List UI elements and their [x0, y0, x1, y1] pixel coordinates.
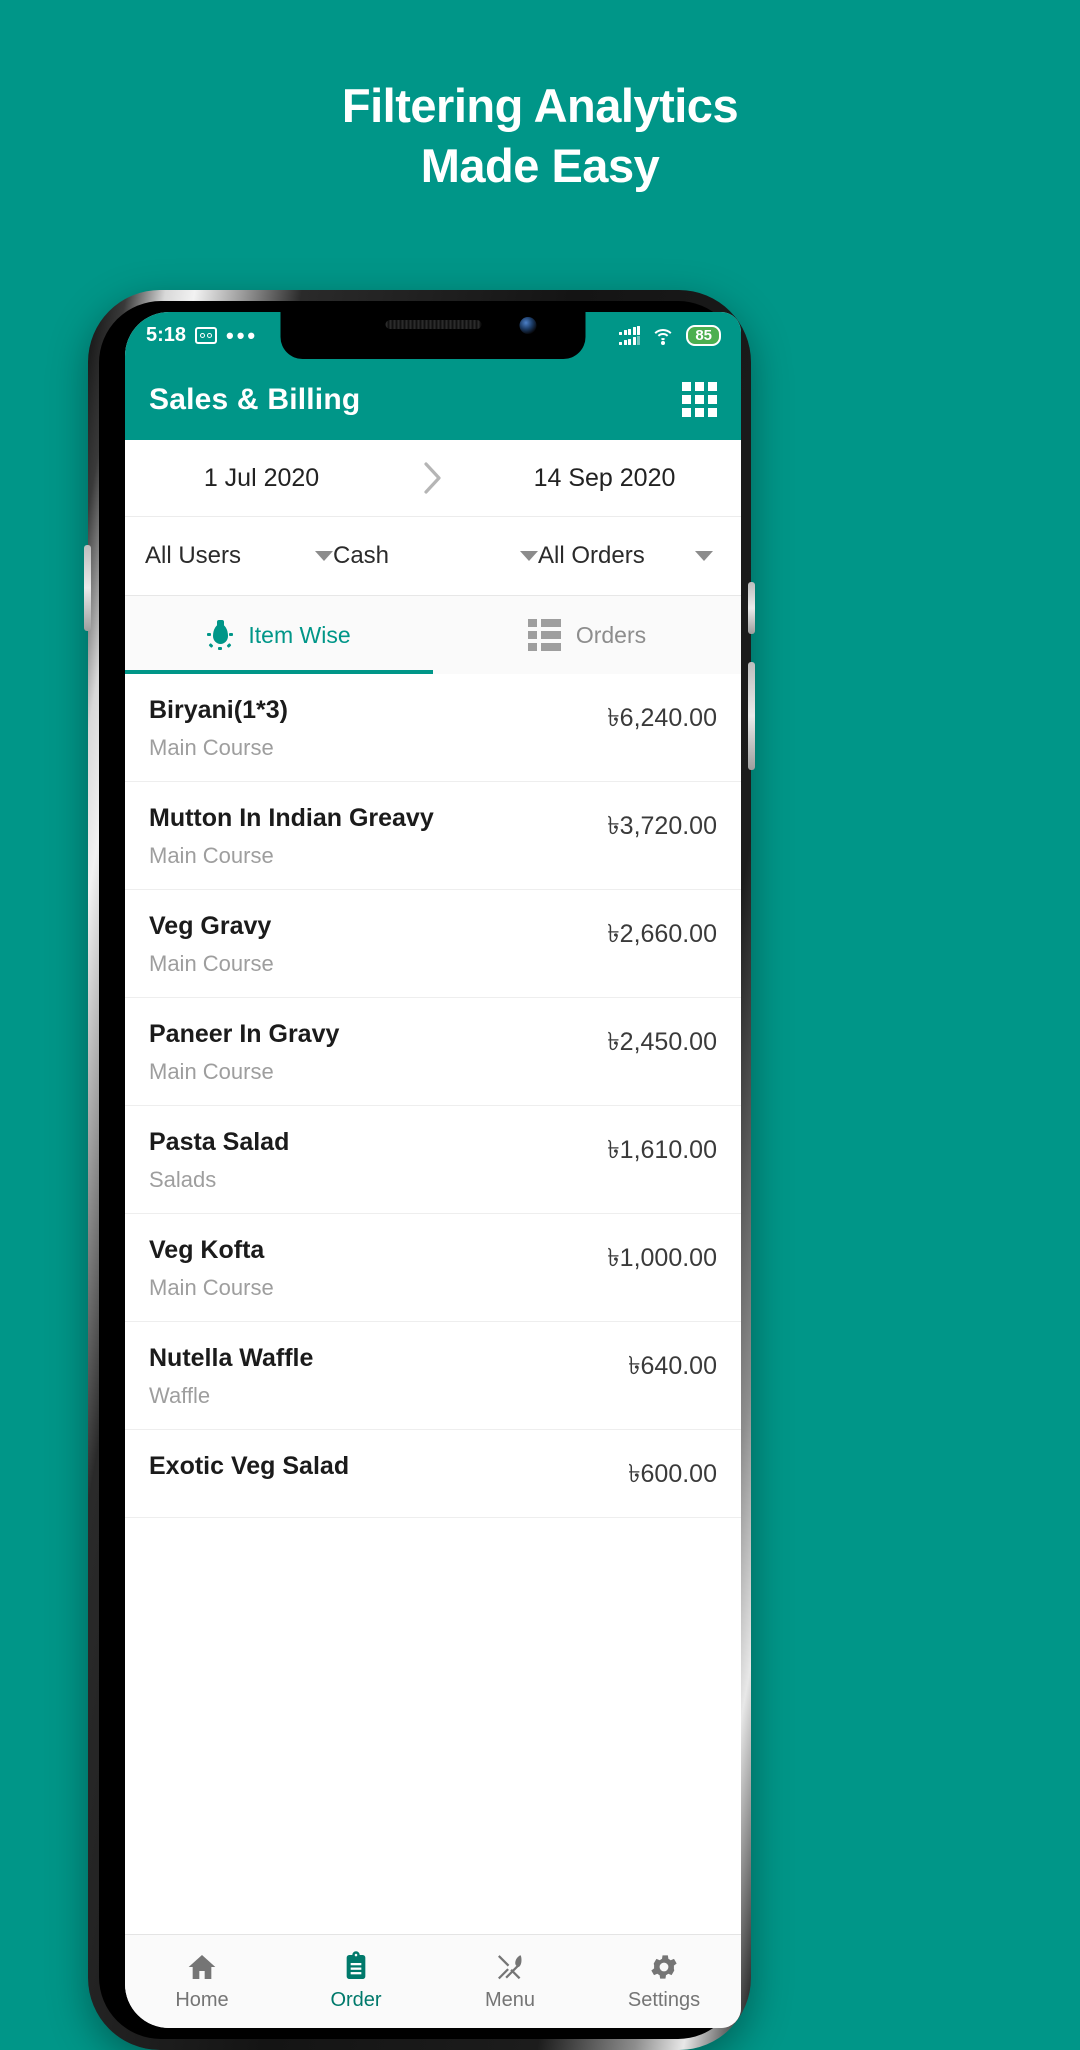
chevron-down-icon — [520, 551, 538, 561]
list-item[interactable]: Pasta Salad Salads ৳1,610.00 — [125, 1106, 741, 1214]
overflow-dots-icon: ••• — [226, 322, 259, 348]
nav-settings[interactable]: Settings — [587, 1951, 741, 2012]
list-item[interactable]: Veg Gravy Main Course ৳2,660.00 — [125, 890, 741, 998]
item-price: ৳6,240.00 — [607, 704, 717, 732]
item-price: ৳600.00 — [628, 1460, 717, 1488]
tab-orders-label: Orders — [575, 621, 647, 648]
item-price: ৳640.00 — [628, 1352, 717, 1380]
voicemail-icon — [195, 327, 218, 344]
status-bar-right: 85 — [619, 325, 741, 346]
list-item[interactable]: Biryani(1*3) Main Course ৳6,240.00 — [125, 674, 741, 782]
chevron-down-icon — [695, 551, 713, 561]
item-price: ৳2,660.00 — [607, 920, 717, 948]
promo-line-2: Made Easy — [420, 138, 660, 192]
nav-order-label: Order — [330, 1989, 382, 2011]
app-bar: Sales & Billing — [125, 359, 741, 440]
home-icon — [185, 1951, 219, 1983]
lightbulb-icon — [207, 620, 234, 650]
tab-orders[interactable]: Orders — [433, 596, 741, 674]
item-list[interactable]: Biryani(1*3) Main Course ৳6,240.00 Mutto… — [125, 674, 741, 1518]
item-category: Main Course — [149, 1275, 274, 1300]
display-notch — [280, 312, 586, 359]
volume-button[interactable] — [84, 545, 91, 631]
volume-rocker[interactable] — [748, 662, 755, 770]
nav-menu-label: Menu — [484, 1989, 536, 2011]
item-name: Pasta Salad — [149, 1128, 290, 1156]
tab-item-wise[interactable]: Item Wise — [125, 596, 433, 674]
cutlery-icon — [493, 1951, 527, 1983]
nav-settings-label: Settings — [627, 1989, 701, 2011]
item-category: Waffle — [149, 1383, 211, 1408]
filter-row: All Users Cash All Orders — [125, 517, 741, 596]
list-item[interactable]: Mutton In Indian Greavy Main Course ৳3,7… — [125, 782, 741, 890]
item-name: Veg Kofta — [149, 1236, 265, 1264]
date-range-filter: 1 Jul 2020 14 Sep 2020 — [125, 440, 741, 517]
item-category: Main Course — [149, 735, 274, 760]
list-item[interactable]: Paneer In Gravy Main Course ৳2,450.00 — [125, 998, 741, 1106]
grid-menu-icon[interactable] — [682, 382, 717, 417]
wifi-icon — [651, 327, 676, 345]
item-price: ৳1,000.00 — [607, 1244, 717, 1272]
item-price: ৳2,450.00 — [607, 1028, 717, 1056]
item-name: Paneer In Gravy — [149, 1020, 340, 1048]
status-bar-left: 5:18 ••• — [125, 324, 258, 347]
front-camera — [519, 317, 536, 334]
status-bar-time: 5:18 — [146, 324, 187, 346]
chevron-down-icon — [315, 551, 333, 561]
item-price: ৳1,610.00 — [607, 1136, 717, 1164]
clipboard-icon — [339, 1951, 373, 1983]
phone-screen: 5:18 ••• 85 Sales & Billing 1 Jul 2020 1… — [125, 312, 741, 2028]
signal-bars-icon — [619, 325, 641, 345]
nav-menu[interactable]: Menu — [433, 1951, 587, 2012]
list-icon — [527, 619, 561, 651]
item-name: Mutton In Indian Greavy — [149, 804, 434, 832]
date-from[interactable]: 1 Jul 2020 — [125, 464, 398, 493]
item-name: Veg Gravy — [149, 912, 272, 940]
filter-orders-label: All Orders — [538, 542, 645, 569]
page-title: Sales & Billing — [149, 382, 361, 416]
filter-users-label: All Users — [145, 542, 242, 569]
nav-home-label: Home — [175, 1989, 229, 2011]
nav-order[interactable]: Order — [279, 1951, 433, 2012]
date-to[interactable]: 14 Sep 2020 — [468, 464, 741, 493]
earpiece-speaker — [385, 320, 481, 329]
item-category: Main Course — [149, 951, 274, 976]
phone-mockup: 5:18 ••• 85 Sales & Billing 1 Jul 2020 1… — [84, 290, 755, 2050]
status-bar: 5:18 ••• 85 — [125, 312, 741, 359]
chevron-right-icon — [398, 461, 468, 495]
tab-bar: Item Wise Orders — [125, 596, 741, 674]
filter-payment-label: Cash — [333, 542, 390, 569]
item-category: Main Course — [149, 1059, 274, 1084]
bottom-navigation: Home Order Menu Settings — [125, 1934, 741, 2028]
item-name: Biryani(1*3) — [149, 696, 288, 724]
promo-line-1: Filtering Analytics — [341, 79, 739, 132]
battery-indicator: 85 — [686, 325, 721, 346]
list-item[interactable]: Veg Kofta Main Course ৳1,000.00 — [125, 1214, 741, 1322]
list-item[interactable]: Exotic Veg Salad ৳600.00 — [125, 1430, 741, 1518]
nav-home[interactable]: Home — [125, 1951, 279, 2012]
item-name: Exotic Veg Salad — [149, 1452, 350, 1480]
list-item[interactable]: Nutella Waffle Waffle ৳640.00 — [125, 1322, 741, 1430]
filter-users[interactable]: All Users — [145, 542, 333, 570]
item-price: ৳3,720.00 — [607, 812, 717, 840]
item-category: Salads — [149, 1167, 217, 1192]
power-button[interactable] — [748, 582, 755, 634]
filter-payment[interactable]: Cash — [333, 542, 538, 570]
filter-orders[interactable]: All Orders — [538, 542, 713, 570]
gear-icon — [647, 1951, 681, 1983]
item-category: Main Course — [149, 843, 274, 868]
promo-headline: Filtering Analytics Made Easy — [0, 76, 1080, 195]
item-name: Nutella Waffle — [149, 1344, 314, 1372]
tab-item-wise-label: Item Wise — [248, 621, 351, 648]
